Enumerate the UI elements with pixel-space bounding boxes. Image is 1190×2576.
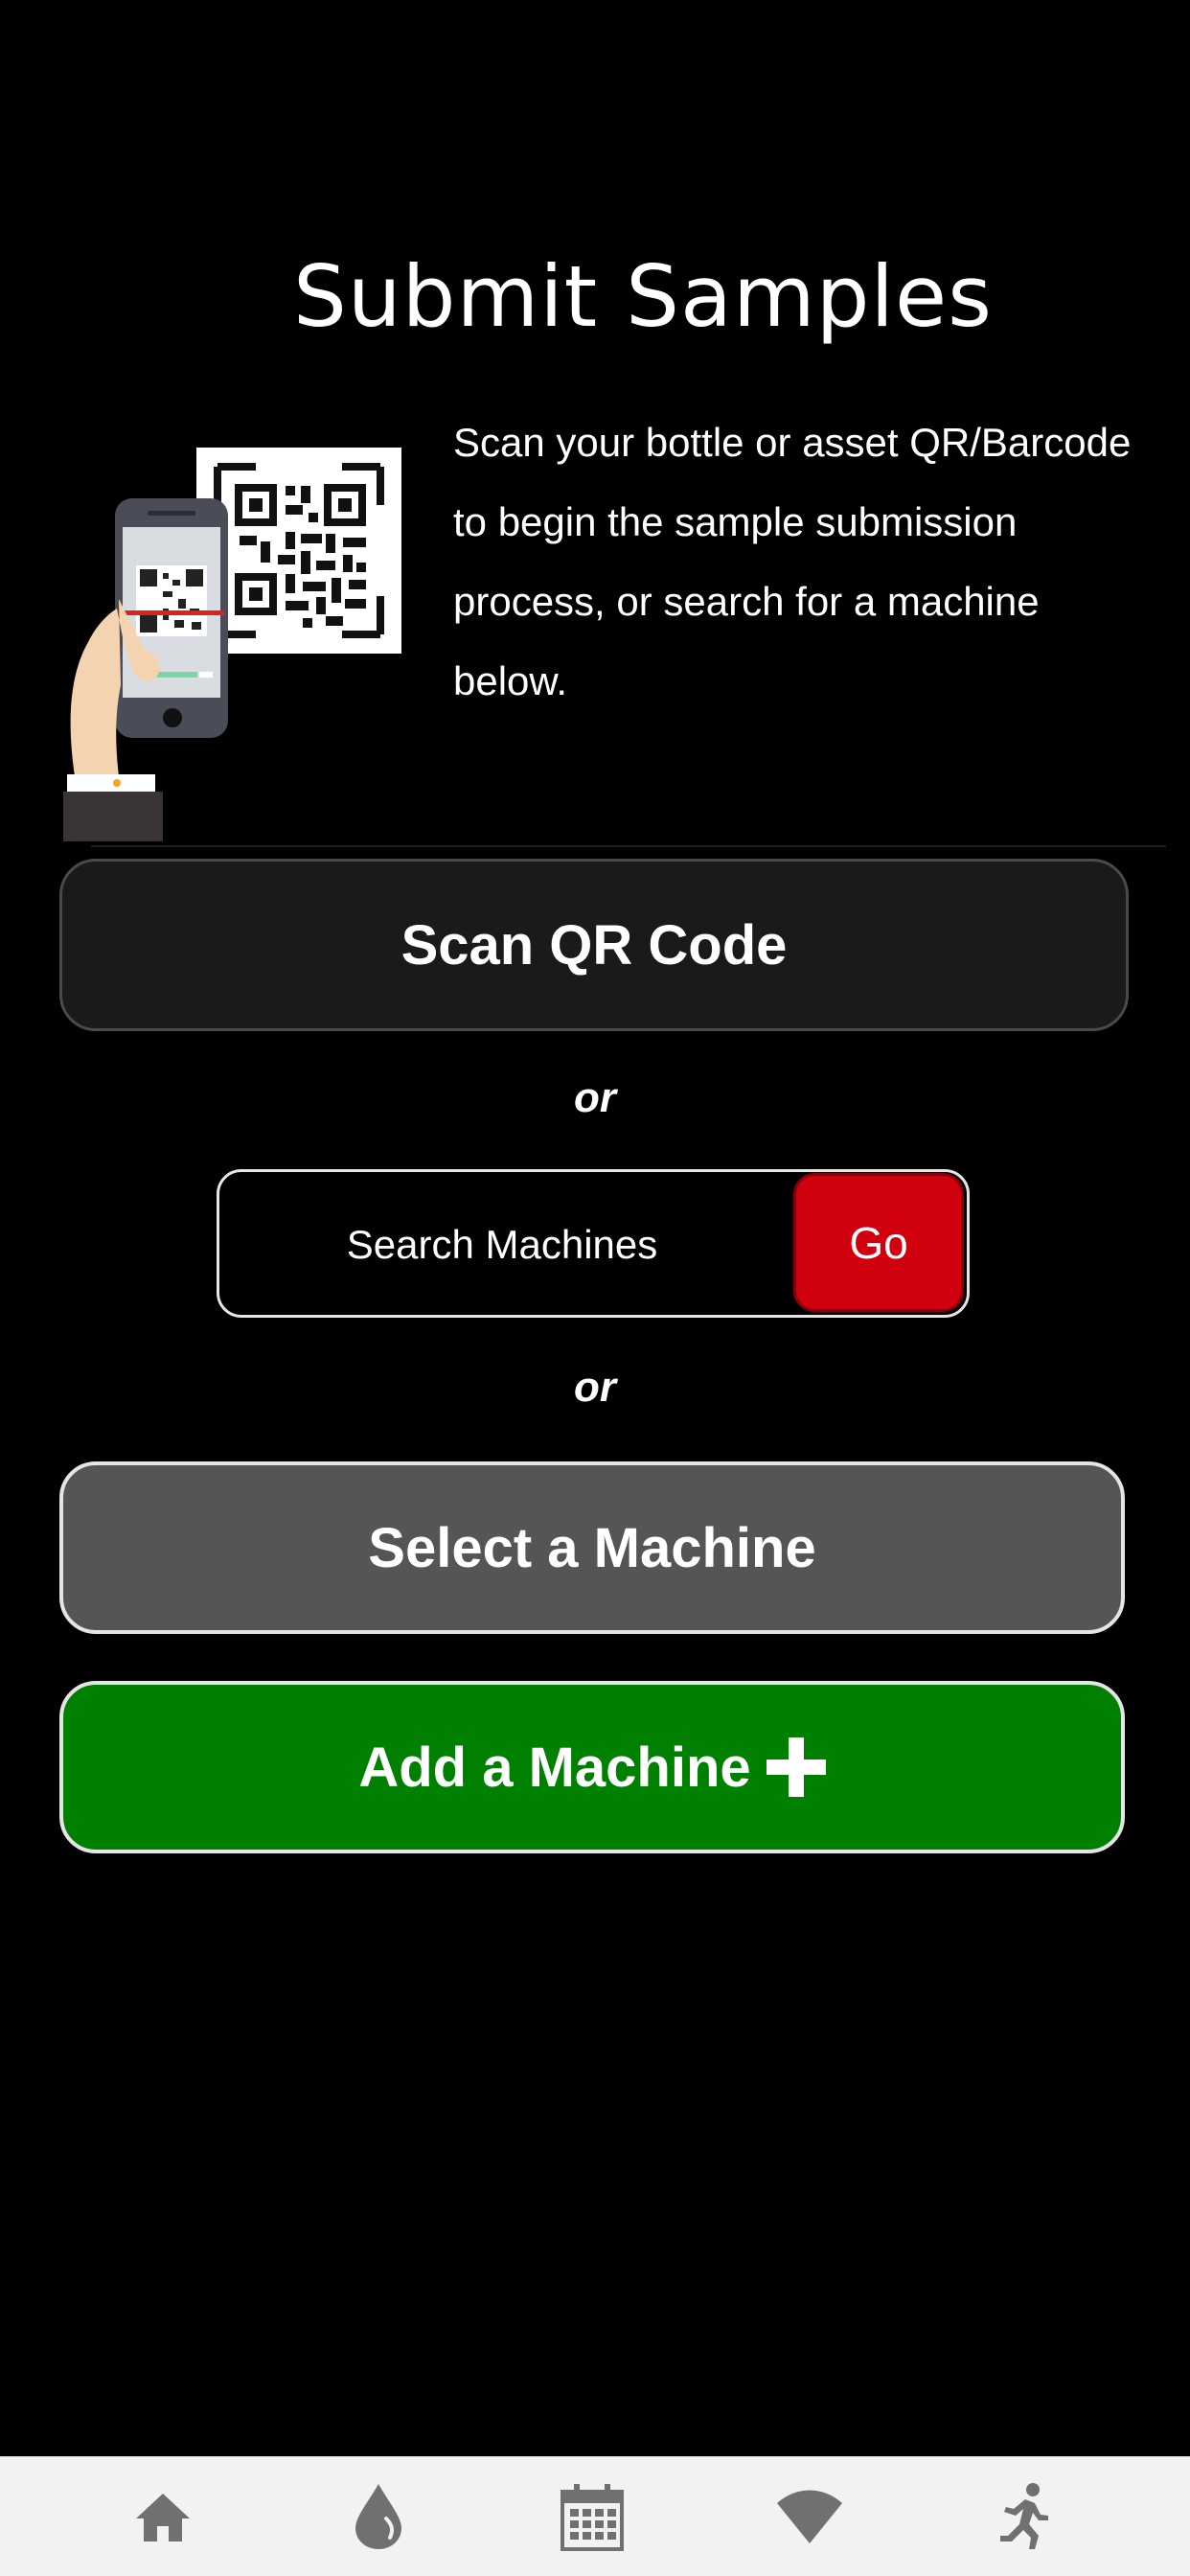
add-machine-label: Add a Machine bbox=[358, 1736, 751, 1799]
divider bbox=[91, 845, 1166, 847]
bottom-tab-bar bbox=[0, 2456, 1190, 2576]
or-separator: or bbox=[574, 1074, 616, 1121]
select-machine-button[interactable]: Select a Machine bbox=[59, 1461, 1125, 1634]
tab-connectivity[interactable] bbox=[771, 2478, 848, 2555]
search-machines-box: Go bbox=[217, 1169, 970, 1318]
go-button[interactable]: Go bbox=[793, 1173, 964, 1312]
tab-activity[interactable] bbox=[987, 2478, 1064, 2555]
oil-drop-icon bbox=[355, 2484, 401, 2549]
tab-home[interactable] bbox=[125, 2478, 201, 2555]
qr-scan-illustration bbox=[63, 448, 401, 841]
calendar-icon bbox=[561, 2484, 624, 2551]
plus-icon bbox=[766, 1737, 826, 1797]
select-machine-label: Select a Machine bbox=[368, 1516, 816, 1579]
running-person-icon bbox=[1000, 2483, 1048, 2549]
search-machines-input[interactable] bbox=[227, 1180, 777, 1309]
add-machine-button[interactable]: Add a Machine bbox=[59, 1681, 1125, 1853]
page-title: Submit Samples bbox=[293, 247, 993, 346]
or-separator: or bbox=[574, 1364, 616, 1411]
home-icon bbox=[136, 2494, 190, 2542]
intro-text: Scan your bottle or asset QR/Barcode to … bbox=[453, 420, 1132, 703]
scan-qr-code-button[interactable]: Scan QR Code bbox=[59, 859, 1129, 1031]
tab-samples[interactable] bbox=[340, 2478, 417, 2555]
tab-calendar[interactable] bbox=[554, 2478, 630, 2555]
wifi-icon bbox=[777, 2490, 842, 2543]
